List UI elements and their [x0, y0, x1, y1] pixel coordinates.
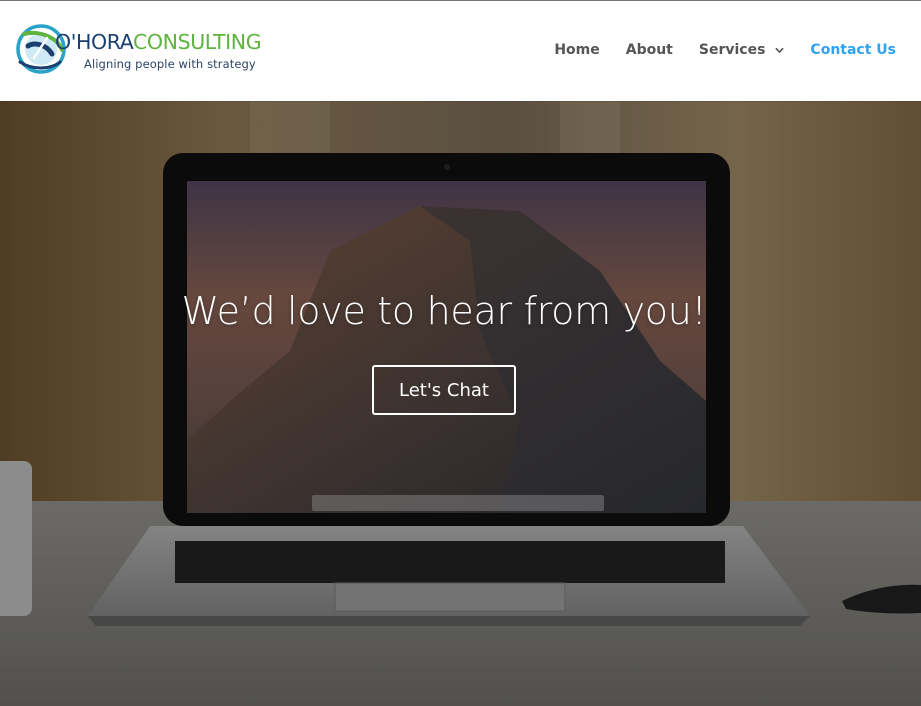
nav-item-contact[interactable]: Contact Us [810, 42, 896, 58]
nav-item-label: Home [554, 42, 600, 58]
hero-section: We’d love to hear from you! Let's Chat [0, 101, 921, 706]
nav-item-about[interactable]: About [626, 42, 673, 58]
nav-item-label: Services [698, 42, 766, 58]
main-nav: Home About Services Contact Us [528, 42, 896, 58]
logo[interactable]: O'HORACONSULTING Aligning people with st… [14, 22, 274, 78]
chevron-down-icon [775, 47, 784, 53]
hero-title: We’d love to hear from you! [181, 289, 707, 333]
brand-name: O'HORACONSULTING [55, 30, 262, 54]
nav-item-label: Contact Us [810, 42, 896, 58]
brand-tagline: Aligning people with strategy [84, 57, 256, 71]
nav-item-home[interactable]: Home [554, 42, 599, 58]
site-header: O'HORACONSULTING Aligning people with st… [0, 0, 921, 101]
nav-item-services[interactable]: Services [699, 42, 785, 58]
nav-item-label: About [625, 42, 673, 58]
brand-name-part1: O'HORA [55, 30, 133, 54]
brand-name-part2: CONSULTING [133, 30, 262, 54]
lets-chat-button[interactable]: Let's Chat [372, 365, 516, 415]
